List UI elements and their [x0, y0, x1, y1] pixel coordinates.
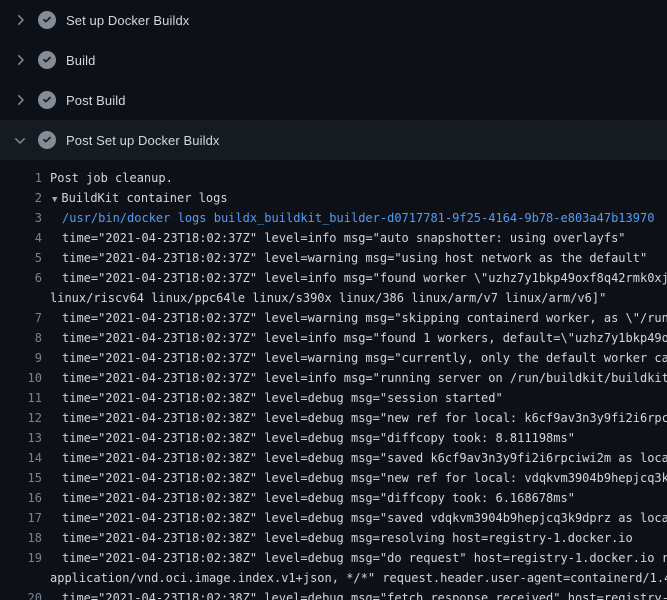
log-row: 17 time="2021-04-23T18:02:38Z" level=deb…: [0, 508, 667, 528]
log-line-text: time="2021-04-23T18:02:38Z" level=debug …: [42, 428, 575, 448]
log-row: 8 time="2021-04-23T18:02:37Z" level=info…: [0, 328, 667, 348]
log-line-number[interactable]: 9: [0, 348, 42, 368]
log-line-number[interactable]: 20: [0, 588, 42, 600]
log-line-number[interactable]: 14: [0, 448, 42, 468]
chevron-right-icon: [12, 12, 28, 28]
log-line-text: time="2021-04-23T18:02:38Z" level=debug …: [42, 548, 667, 568]
log-line-number[interactable]: 17: [0, 508, 42, 528]
step-label: Post Build: [66, 93, 126, 108]
group-collapse-icon[interactable]: ▼: [52, 190, 57, 209]
log-row: 14 time="2021-04-23T18:02:38Z" level=deb…: [0, 448, 667, 468]
chevron-down-icon: [12, 132, 28, 148]
log-row: 3 /usr/bin/docker logs buildx_buildkit_b…: [0, 208, 667, 228]
log-line-text: ▼ BuildKit container logs: [42, 188, 228, 208]
chevron-right-icon: [12, 52, 28, 68]
log-row: 5 time="2021-04-23T18:02:37Z" level=warn…: [0, 248, 667, 268]
log-line-text: time="2021-04-23T18:02:37Z" level=warnin…: [42, 348, 667, 368]
log-line-text: time="2021-04-23T18:02:38Z" level=debug …: [42, 588, 667, 600]
log-line-text: application/vnd.oci.image.index.v1+json,…: [42, 568, 667, 588]
log-line-number[interactable]: 19: [0, 548, 42, 568]
log-line-number[interactable]: 7: [0, 308, 42, 328]
log-line-number[interactable]: 12: [0, 408, 42, 428]
log-row: 4 time="2021-04-23T18:02:37Z" level=info…: [0, 228, 667, 248]
log-line-text: time="2021-04-23T18:02:37Z" level=info m…: [42, 228, 626, 248]
step-label: Post Set up Docker Buildx: [66, 133, 220, 148]
chevron-right-icon: [12, 92, 28, 108]
log-line-number[interactable]: 1: [0, 168, 42, 188]
actions-log-viewer: Set up Docker Buildx Build Post Buil: [0, 0, 667, 600]
log-line-text: time="2021-04-23T18:02:38Z" level=debug …: [42, 508, 667, 528]
log-line-text: time="2021-04-23T18:02:38Z" level=debug …: [42, 468, 667, 488]
log-output: 1 Post job cleanup. 2 ▼ BuildKit containe…: [0, 160, 667, 600]
log-line-number[interactable]: 10: [0, 368, 42, 388]
log-row: 7 time="2021-04-23T18:02:37Z" level=warn…: [0, 308, 667, 328]
log-line-text: time="2021-04-23T18:02:37Z" level=warnin…: [42, 308, 667, 328]
log-row: 20 time="2021-04-23T18:02:38Z" level=deb…: [0, 588, 667, 600]
log-row: linux/riscv64 linux/ppc64le linux/s390x …: [0, 288, 667, 308]
log-line-number[interactable]: 3: [0, 208, 42, 228]
log-line-number[interactable]: 2: [0, 188, 42, 208]
log-line-text: Post job cleanup.: [42, 168, 173, 188]
log-line-text: BuildKit container logs: [61, 191, 227, 205]
check-circle-icon: [38, 91, 56, 109]
log-line-text: time="2021-04-23T18:02:37Z" level=info m…: [42, 268, 667, 288]
log-row: 19 time="2021-04-23T18:02:38Z" level=deb…: [0, 548, 667, 568]
log-line-number: [0, 288, 42, 308]
log-row: 2 ▼ BuildKit container logs: [0, 188, 667, 208]
log-line-text: /usr/bin/docker logs buildx_buildkit_bui…: [42, 208, 654, 228]
log-row: 1 Post job cleanup.: [0, 168, 667, 188]
check-circle-icon: [38, 11, 56, 29]
log-line-text: time="2021-04-23T18:02:38Z" level=debug …: [42, 528, 633, 548]
log-row: 9 time="2021-04-23T18:02:37Z" level=warn…: [0, 348, 667, 368]
log-line-number[interactable]: 11: [0, 388, 42, 408]
log-line-number: [0, 568, 42, 588]
log-line-number[interactable]: 8: [0, 328, 42, 348]
log-row: application/vnd.oci.image.index.v1+json,…: [0, 568, 667, 588]
log-row: 11 time="2021-04-23T18:02:38Z" level=deb…: [0, 388, 667, 408]
log-line-text: time="2021-04-23T18:02:37Z" level=warnin…: [42, 248, 647, 268]
step-row-build[interactable]: Build: [0, 40, 667, 80]
log-line-text: time="2021-04-23T18:02:38Z" level=debug …: [42, 408, 667, 428]
log-row: 16 time="2021-04-23T18:02:38Z" level=deb…: [0, 488, 667, 508]
log-line-number[interactable]: 6: [0, 268, 42, 288]
log-line-text: time="2021-04-23T18:02:38Z" level=debug …: [42, 388, 503, 408]
step-row-set-up-docker-buildx[interactable]: Set up Docker Buildx: [0, 0, 667, 40]
log-row: 10 time="2021-04-23T18:02:37Z" level=inf…: [0, 368, 667, 388]
step-label: Set up Docker Buildx: [66, 13, 189, 28]
log-line-text: time="2021-04-23T18:02:37Z" level=info m…: [42, 328, 667, 348]
log-line-number[interactable]: 18: [0, 528, 42, 548]
log-row: 6 time="2021-04-23T18:02:37Z" level=info…: [0, 268, 667, 288]
log-line-text: time="2021-04-23T18:02:38Z" level=debug …: [42, 448, 667, 468]
step-row-post-build[interactable]: Post Build: [0, 80, 667, 120]
log-row: 12 time="2021-04-23T18:02:38Z" level=deb…: [0, 408, 667, 428]
log-line-text: time="2021-04-23T18:02:37Z" level=info m…: [42, 368, 667, 388]
log-row: 15 time="2021-04-23T18:02:38Z" level=deb…: [0, 468, 667, 488]
log-row: 13 time="2021-04-23T18:02:38Z" level=deb…: [0, 428, 667, 448]
log-row: 18 time="2021-04-23T18:02:38Z" level=deb…: [0, 528, 667, 548]
check-circle-icon: [38, 51, 56, 69]
check-circle-icon: [38, 131, 56, 149]
log-line-number[interactable]: 4: [0, 228, 42, 248]
steps-list: Set up Docker Buildx Build Post Buil: [0, 0, 667, 160]
log-line-text: time="2021-04-23T18:02:38Z" level=debug …: [42, 488, 575, 508]
log-line-text: linux/riscv64 linux/ppc64le linux/s390x …: [42, 288, 606, 308]
step-row-post-set-up-docker-buildx[interactable]: Post Set up Docker Buildx: [0, 120, 667, 160]
log-line-number[interactable]: 5: [0, 248, 42, 268]
log-line-number[interactable]: 15: [0, 468, 42, 488]
log-line-number[interactable]: 13: [0, 428, 42, 448]
log-line-number[interactable]: 16: [0, 488, 42, 508]
step-label: Build: [66, 53, 95, 68]
